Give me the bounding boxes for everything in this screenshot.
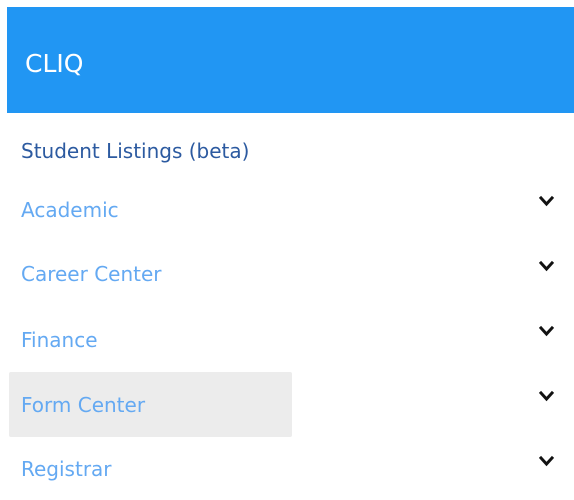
nav-item-label: Finance <box>21 328 98 352</box>
chevron-down-icon[interactable] <box>539 389 554 404</box>
nav-item-finance[interactable]: Finance <box>9 307 574 371</box>
nav-item-label: Academic <box>21 198 119 222</box>
nav-item-registrar[interactable]: Registrar <box>9 436 574 500</box>
chevron-down-icon[interactable] <box>539 194 554 209</box>
nav-item-label: Career Center <box>21 262 162 286</box>
nav-item-label: Student Listings (beta) <box>21 139 250 163</box>
chevron-down-icon[interactable] <box>539 324 554 339</box>
nav-item-label: Registrar <box>21 457 112 481</box>
app-header: CLIQ <box>7 7 574 113</box>
chevron-down-icon[interactable] <box>539 454 554 469</box>
app-title[interactable]: CLIQ <box>25 49 83 79</box>
nav-item-academic[interactable]: Academic <box>9 178 574 242</box>
chevron-down-icon[interactable] <box>539 259 554 274</box>
nav-item-student-listings[interactable]: Student Listings (beta) <box>9 119 574 183</box>
nav-item-form-center[interactable]: Form Center <box>9 372 574 437</box>
nav-item-label: Form Center <box>21 393 146 417</box>
nav-item-career-center[interactable]: Career Center <box>9 241 574 305</box>
